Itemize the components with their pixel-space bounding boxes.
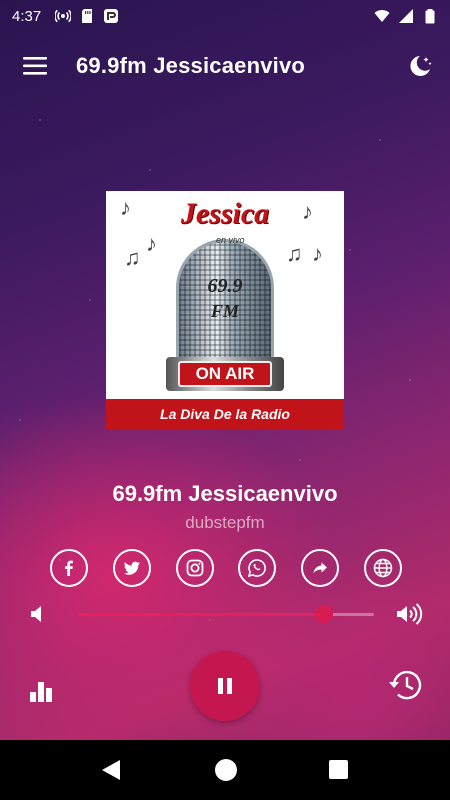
station-cover-art: ♪ ♪ ♫ ♪ ♫ ♪ Jessica en vivo 69.9 FM ON A… [106, 191, 344, 429]
volume-slider[interactable] [78, 605, 374, 623]
share-button[interactable] [301, 549, 340, 587]
globe-icon [373, 558, 393, 578]
whatsapp-button[interactable] [238, 549, 277, 587]
facebook-icon [65, 560, 73, 576]
music-note-decoration: ♫ [124, 245, 141, 270]
hamburger-menu-icon [23, 57, 47, 75]
volume-low-icon[interactable] [28, 602, 50, 626]
music-note-decoration: ♪ [146, 231, 157, 256]
music-note-decoration: ♫ [286, 241, 303, 266]
equalizer-icon [30, 682, 52, 702]
wifi-icon [374, 10, 390, 22]
volume-slider-thumb[interactable] [314, 605, 333, 623]
cover-title: Jessica [180, 197, 270, 230]
hotspot-icon [55, 9, 72, 23]
instagram-icon [186, 559, 203, 577]
status-bar: 4:37 [0, 0, 450, 32]
cover-band: FM [210, 301, 239, 321]
play-pause-button[interactable] [190, 651, 260, 721]
station-name: 69.9fm Jessicaenvivo [112, 481, 338, 506]
app-notification-icon [104, 9, 119, 23]
cell-signal-icon [399, 9, 413, 23]
nav-home-button[interactable] [215, 759, 237, 781]
instagram-button[interactable] [175, 549, 214, 587]
moon-stars-icon [410, 56, 432, 76]
sd-card-icon [82, 9, 93, 23]
nav-back-icon[interactable] [100, 759, 122, 781]
twitter-button[interactable] [112, 549, 151, 587]
system-nav-bar [0, 740, 450, 800]
status-time: 4:37 [12, 7, 42, 25]
volume-high-icon[interactable] [395, 602, 423, 626]
on-air-sign: ON AIR [178, 361, 272, 387]
history-button[interactable] [386, 667, 424, 703]
share-icon [313, 562, 328, 574]
whatsapp-icon [248, 559, 267, 578]
cover-frequency: 69.9 [207, 275, 243, 297]
battery-icon [425, 9, 435, 24]
pause-icon [218, 678, 232, 694]
station-genre: dubstepfm [185, 513, 265, 532]
website-button[interactable] [363, 549, 402, 587]
night-mode-button[interactable] [406, 52, 434, 80]
music-note-decoration: ♪ [312, 241, 323, 266]
menu-button[interactable] [22, 53, 48, 79]
social-links [50, 549, 402, 587]
history-icon [389, 670, 422, 700]
volume-slider-fill [78, 613, 324, 616]
equalizer-button[interactable] [30, 680, 56, 702]
twitter-icon [123, 561, 140, 575]
app-title: 69.9fm Jessicaenvivo [76, 53, 306, 78]
nav-recents-button[interactable] [329, 760, 348, 779]
cover-banner: La Diva De la Radio [106, 399, 344, 429]
app-bar: 69.9fm Jessicaenvivo [0, 40, 450, 92]
facebook-button[interactable] [50, 549, 88, 587]
cover-subtitle: en vivo [216, 235, 245, 245]
